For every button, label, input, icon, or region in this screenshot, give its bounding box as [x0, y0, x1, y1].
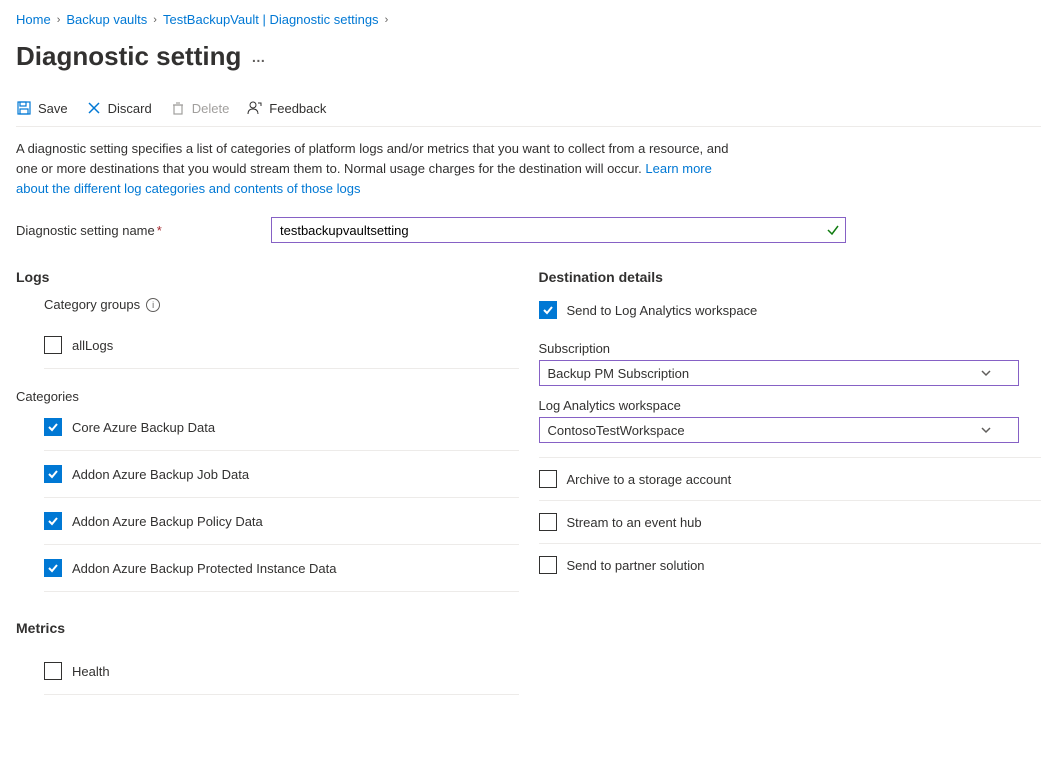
intro-text: A diagnostic setting specifies a list of… [16, 127, 736, 203]
category-row: Core Azure Backup Data [44, 404, 519, 451]
category-row: Addon Azure Backup Protected Instance Da… [44, 545, 519, 592]
save-button[interactable]: Save [16, 100, 68, 116]
alllogs-row: allLogs [44, 322, 519, 369]
alllogs-checkbox[interactable] [44, 336, 62, 354]
toolbar: Save Discard Delete Feedback [16, 76, 1041, 127]
category-checkbox-policy[interactable] [44, 512, 62, 530]
breadcrumb: Home › Backup vaults › TestBackupVault |… [16, 8, 1041, 33]
breadcrumb-home[interactable]: Home [16, 12, 51, 27]
metrics-title: Metrics [16, 620, 519, 636]
chevron-down-icon [980, 424, 992, 436]
chevron-right-icon: › [57, 14, 61, 26]
health-checkbox[interactable] [44, 662, 62, 680]
delete-button: Delete [170, 100, 230, 116]
partner-row: Send to partner solution [539, 544, 1042, 586]
chevron-right-icon: › [385, 14, 389, 26]
diagnostic-name-row: Diagnostic setting name* [16, 217, 1041, 243]
partner-label: Send to partner solution [567, 558, 705, 573]
category-groups-label: Category groups i [44, 297, 519, 312]
archive-checkbox[interactable] [539, 470, 557, 488]
send-la-checkbox[interactable] [539, 301, 557, 319]
diagnostic-name-input[interactable] [271, 217, 846, 243]
chevron-right-icon: › [153, 14, 157, 26]
page-title: Diagnostic setting … [16, 41, 1041, 72]
category-label: Addon Azure Backup Protected Instance Da… [72, 561, 337, 576]
valid-check-icon [826, 223, 840, 237]
category-checkbox-protected[interactable] [44, 559, 62, 577]
stream-label: Stream to an event hub [567, 515, 702, 530]
delete-icon [170, 100, 186, 116]
category-label: Core Azure Backup Data [72, 420, 215, 435]
category-row: Addon Azure Backup Job Data [44, 451, 519, 498]
category-checkbox-core[interactable] [44, 418, 62, 436]
metrics-health-row: Health [44, 648, 519, 695]
category-checkbox-job[interactable] [44, 465, 62, 483]
partner-checkbox[interactable] [539, 556, 557, 574]
chevron-down-icon [980, 367, 992, 379]
archive-label: Archive to a storage account [567, 472, 732, 487]
category-row: Addon Azure Backup Policy Data [44, 498, 519, 545]
subscription-label: Subscription [539, 341, 1042, 356]
log-analytics-block: Send to Log Analytics workspace Subscrip… [539, 297, 1042, 458]
stream-checkbox[interactable] [539, 513, 557, 531]
close-icon [86, 100, 102, 116]
subscription-select[interactable]: Backup PM Subscription [539, 360, 1019, 386]
health-label: Health [72, 664, 110, 679]
archive-row: Archive to a storage account [539, 458, 1042, 501]
discard-button[interactable]: Discard [86, 100, 152, 116]
workspace-select[interactable]: ContosoTestWorkspace [539, 417, 1019, 443]
workspace-label: Log Analytics workspace [539, 398, 1042, 413]
breadcrumb-backup-vaults[interactable]: Backup vaults [66, 12, 147, 27]
category-label: Addon Azure Backup Policy Data [72, 514, 263, 529]
alllogs-label: allLogs [72, 338, 113, 353]
category-label: Addon Azure Backup Job Data [72, 467, 249, 482]
info-icon[interactable]: i [146, 298, 160, 312]
destination-title: Destination details [539, 269, 1042, 285]
breadcrumb-current[interactable]: TestBackupVault | Diagnostic settings [163, 12, 379, 27]
feedback-icon [247, 100, 263, 116]
destination-column: Destination details Send to Log Analytic… [539, 261, 1042, 695]
feedback-button[interactable]: Feedback [247, 100, 326, 116]
stream-row: Stream to an event hub [539, 501, 1042, 544]
more-actions-button[interactable]: … [251, 49, 267, 65]
send-la-label: Send to Log Analytics workspace [567, 303, 758, 318]
logs-column: Logs Category groups i allLogs Categorie… [16, 261, 519, 695]
categories-label: Categories [16, 389, 519, 404]
save-icon [16, 100, 32, 116]
logs-title: Logs [16, 269, 519, 285]
diagnostic-name-label: Diagnostic setting name* [16, 223, 271, 238]
